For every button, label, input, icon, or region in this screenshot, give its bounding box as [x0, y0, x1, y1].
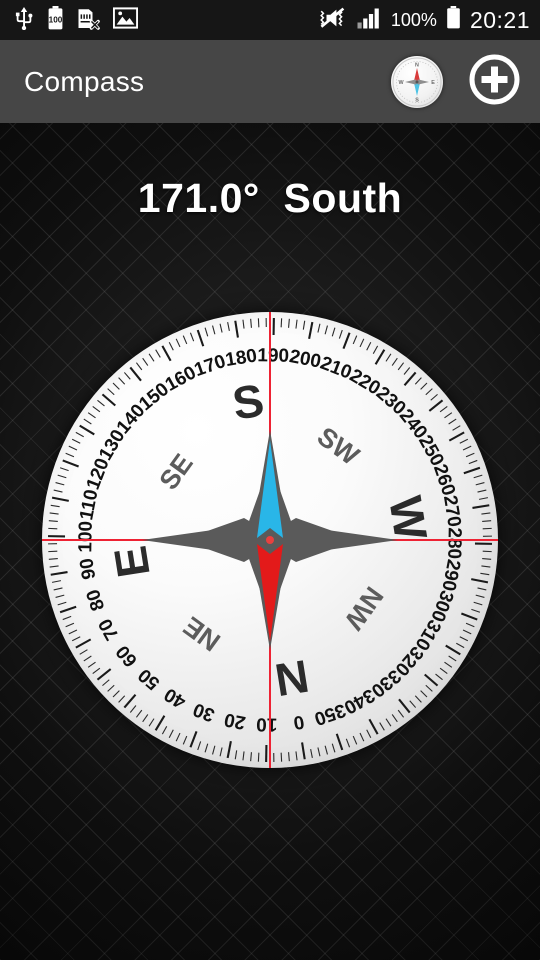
- svg-text:N: N: [271, 650, 312, 707]
- bearing-heading: 171.0° South: [137, 175, 403, 221]
- signal-bars-icon: [357, 7, 382, 34]
- status-bar-left-icons: 100: [14, 5, 139, 35]
- compass-toolbar-button[interactable]: N E S W: [391, 55, 443, 108]
- compass-screen: 171.0° South 0 10 20 30 40 50 60 70 80 90 100 110 12…: [0, 123, 540, 960]
- svg-text:SW: SW: [312, 421, 365, 471]
- battery-icon: [446, 6, 461, 34]
- usb-icon: [14, 6, 34, 35]
- plus-circle-icon: [467, 52, 522, 112]
- status-bar: 100 100% 20:21: [0, 0, 540, 40]
- svg-text:100: 100: [49, 15, 63, 24]
- svg-text:W: W: [398, 80, 404, 86]
- clock-label: 20:21: [469, 6, 530, 33]
- battery-percent-label: 100%: [390, 9, 437, 30]
- app-title-bar: Compass N E S W: [0, 40, 540, 123]
- sd-card-removed-icon: [77, 6, 100, 35]
- svg-text:S: S: [229, 374, 267, 430]
- svg-text:N: N: [415, 62, 419, 68]
- svg-text:W: W: [379, 493, 437, 545]
- mute-vibrate-icon: [318, 6, 348, 35]
- compass-rose: N E S W NE SE SW NW: [42, 312, 498, 768]
- svg-text:NW: NW: [338, 581, 389, 635]
- title-bar-actions: N E S W: [391, 52, 522, 112]
- svg-text:S: S: [415, 97, 419, 103]
- compass-icon: N E S W: [391, 55, 443, 108]
- status-bar-right-icons: 100% 20:21: [318, 6, 530, 35]
- compass-rose-svg: NESWNESESWNW: [104, 374, 438, 707]
- svg-text:SE: SE: [153, 448, 198, 495]
- svg-text:E: E: [104, 543, 160, 581]
- svg-text:E: E: [431, 80, 435, 86]
- svg-text:NE: NE: [178, 611, 226, 657]
- page-title: Compass: [24, 65, 145, 97]
- compass-widget[interactable]: 0 10 20 30 40 50 60 70 80 90 100 110 120 130 140 150 160…: [42, 312, 498, 768]
- add-button[interactable]: [467, 52, 522, 112]
- gallery-image-icon: [112, 6, 139, 34]
- compass-dial: 0 10 20 30 40 50 60 70 80 90 100 110 120 130 140 150 160…: [42, 312, 498, 768]
- battery-100-icon: 100: [47, 5, 64, 35]
